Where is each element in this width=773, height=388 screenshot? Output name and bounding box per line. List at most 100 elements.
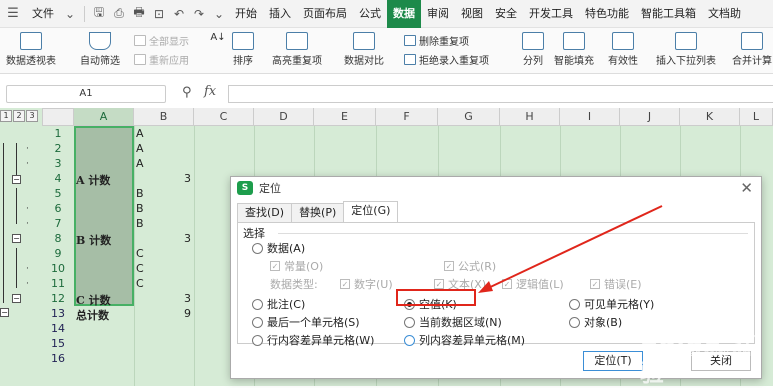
row-header-11[interactable]: 11 [42, 276, 74, 291]
print-icon[interactable]: 🖶 [129, 0, 149, 28]
formula-input[interactable] [228, 85, 773, 103]
tab-security[interactable]: 安全 [489, 0, 523, 28]
option-last-cell[interactable]: 最后一个单元格(S) [252, 314, 360, 330]
highlight-duplicates-button[interactable]: 高亮重复项 [272, 32, 322, 67]
tab-data[interactable]: 数据 [387, 0, 421, 28]
collapse-icon[interactable]: − [12, 234, 21, 243]
row-header-9[interactable]: 9 [42, 246, 74, 261]
menu-icon[interactable]: ☰ [0, 0, 26, 28]
outline-level-2[interactable]: 2 [13, 110, 25, 122]
cell-c12[interactable]: 3 [184, 292, 191, 305]
row-header-1[interactable]: 1 [42, 126, 74, 141]
option-visible[interactable]: 可见单元格(Y) [569, 296, 654, 312]
column-header-c[interactable]: C [194, 108, 254, 126]
selected-range-a1-a12[interactable] [74, 126, 134, 306]
cell-a13[interactable]: 总计数 [76, 307, 109, 323]
column-header-h[interactable]: H [500, 108, 560, 126]
row-header-2[interactable]: 2 [42, 141, 74, 156]
collapse-icon[interactable]: − [12, 294, 21, 303]
remove-duplicates-button[interactable]: 删除重复项 [404, 33, 469, 48]
validity-button[interactable]: 有效性 [608, 32, 638, 67]
option-col-diff[interactable]: 列内容差异单元格(M) [404, 332, 525, 348]
tab-home[interactable]: 开始 [229, 0, 263, 28]
column-header-k[interactable]: K [680, 108, 740, 126]
radio-data[interactable] [252, 242, 263, 254]
smart-fill-button[interactable]: 智能填充 [554, 32, 594, 67]
close-icon[interactable]: ✕ [740, 179, 753, 197]
row-header-14[interactable]: 14 [42, 321, 74, 336]
row-header-13[interactable]: 13 [42, 306, 74, 321]
row-header-16[interactable]: 16 [42, 351, 74, 366]
option-row-diff[interactable]: 行内容差异单元格(W) [252, 332, 374, 348]
option-constant[interactable]: ✓ 常量(O) [270, 258, 323, 274]
menu-file[interactable]: 文件 [26, 0, 60, 28]
row-header-3[interactable]: 3 [42, 156, 74, 171]
column-header-b[interactable]: B [134, 108, 194, 126]
option-data[interactable]: 数据(A) [252, 240, 305, 256]
checkbox-number[interactable]: ✓ [340, 279, 350, 289]
cell-b7[interactable]: B [136, 217, 144, 230]
option-number[interactable]: ✓ 数字(U) [340, 276, 393, 292]
checkbox-constant[interactable]: ✓ [270, 261, 280, 271]
save-icon[interactable]: 🖫 [89, 0, 109, 28]
row-header-12[interactable]: 12 [42, 291, 74, 306]
insert-dropdown-button[interactable]: 插入下拉列表 [656, 32, 716, 67]
cell-b6[interactable]: B [136, 202, 144, 215]
column-header-a[interactable]: A [74, 108, 134, 126]
radio-last-cell[interactable] [252, 316, 263, 328]
tab-find[interactable]: 查找(D) [237, 203, 293, 222]
option-current-region[interactable]: 当前数据区域(N) [404, 314, 502, 330]
tab-goto[interactable]: 定位(G) [343, 201, 399, 222]
reapply-button[interactable]: 重新应用 [134, 52, 189, 67]
collapse-icon[interactable]: − [0, 308, 9, 317]
cell-b9[interactable]: C [136, 247, 144, 260]
radio-visible[interactable] [569, 298, 580, 310]
outline-level-3[interactable]: 3 [26, 110, 38, 122]
row-header-15[interactable]: 15 [42, 336, 74, 351]
cell-b10[interactable]: C [136, 262, 144, 275]
export-icon[interactable]: ⎙ [109, 0, 129, 28]
option-logical[interactable]: ✓ 逻辑值(L) [502, 276, 564, 292]
name-box[interactable]: A1 [6, 85, 166, 103]
dropdown-icon[interactable]: ⌄ [209, 0, 229, 28]
tab-features[interactable]: 特色功能 [579, 0, 635, 28]
checkbox-formula[interactable]: ✓ [444, 261, 454, 271]
sort-az-icon[interactable]: A↓ [208, 32, 228, 43]
fx-icon[interactable]: fx [204, 84, 216, 99]
row-header-7[interactable]: 7 [42, 216, 74, 231]
row-header-5[interactable]: 5 [42, 186, 74, 201]
undo-icon[interactable]: ↶ [169, 0, 189, 28]
row-header-8[interactable]: 8 [42, 231, 74, 246]
checkbox-text[interactable]: ✓ [434, 279, 444, 289]
cell-b11[interactable]: C [136, 277, 144, 290]
pivot-table-button[interactable]: 数据透视表 [6, 32, 56, 67]
tab-view[interactable]: 视图 [455, 0, 489, 28]
option-comment[interactable]: 批注(C) [252, 296, 305, 312]
split-column-button[interactable]: 分列 [522, 32, 544, 67]
tab-review[interactable]: 审阅 [421, 0, 455, 28]
radio-row-diff[interactable] [252, 334, 263, 346]
radio-col-diff[interactable] [404, 334, 415, 346]
data-compare-button[interactable]: 数据对比 [344, 32, 384, 67]
tab-smart-tools[interactable]: 智能工具箱 [635, 0, 702, 28]
cell-c8[interactable]: 3 [184, 232, 191, 245]
tab-formulas[interactable]: 公式 [353, 0, 387, 28]
radio-object[interactable] [569, 316, 580, 328]
option-object[interactable]: 对象(B) [569, 314, 622, 330]
cell-b3[interactable]: A [136, 157, 144, 170]
cell-c13[interactable]: 9 [184, 307, 191, 320]
option-formula[interactable]: ✓ 公式(R) [444, 258, 496, 274]
column-header-g[interactable]: G [438, 108, 500, 126]
redo-icon[interactable]: ↷ [189, 0, 209, 28]
chevron-down-icon[interactable]: ⌄ [60, 0, 80, 28]
tab-doc-assistant[interactable]: 文档助 [702, 0, 747, 28]
cell-a4[interactable]: A 计数 [76, 172, 110, 188]
tab-developer[interactable]: 开发工具 [523, 0, 579, 28]
cell-b5[interactable]: B [136, 187, 144, 200]
checkbox-logical[interactable]: ✓ [502, 279, 512, 289]
column-header-e[interactable]: E [314, 108, 376, 126]
cell-c4[interactable]: 3 [184, 172, 191, 185]
row-header-6[interactable]: 6 [42, 201, 74, 216]
column-header-d[interactable]: D [254, 108, 314, 126]
outline-level-1[interactable]: 1 [0, 110, 12, 122]
